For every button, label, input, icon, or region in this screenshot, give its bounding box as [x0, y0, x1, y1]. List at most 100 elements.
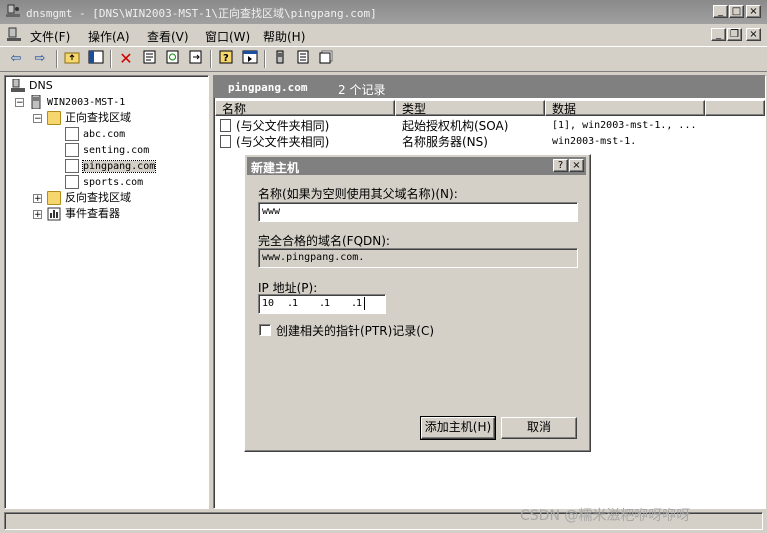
tree-label-server: WIN2003-MST-1: [47, 97, 126, 108]
tree-node-dns[interactable]: DNS: [11, 78, 53, 94]
record-name: (与父文件夹相同): [236, 135, 330, 149]
menu-window[interactable]: 窗口(W): [205, 28, 250, 45]
expand-icon[interactable]: +: [33, 194, 42, 204]
tree-label-zone: pingpang.com: [81, 160, 157, 173]
delete-icon[interactable]: ✕: [116, 50, 136, 68]
new-record-icon[interactable]: [316, 50, 336, 68]
tree-node-zone[interactable]: abc.com: [65, 126, 125, 142]
forward-icon[interactable]: ⇨: [30, 50, 50, 68]
cancel-button[interactable]: 取消: [501, 417, 577, 439]
dialog-title-bar: 新建主机 ? ×: [247, 157, 586, 175]
zone-icon: [65, 143, 79, 157]
record-name: (与父文件夹相同): [236, 119, 330, 133]
ip-octet-2[interactable]: 1: [292, 295, 298, 312]
console-tree: DNS − WIN2003-MST-1 − 正向查找区域 abc.com sen…: [4, 75, 209, 509]
toolbar-separator: [264, 50, 266, 68]
svg-text:?: ?: [223, 53, 229, 64]
mdi-close-button[interactable]: ×: [746, 28, 761, 41]
record-type: 起始授权机构(SOA): [402, 119, 509, 133]
tree-node-zone-selected[interactable]: pingpang.com: [65, 158, 157, 174]
folder-icon: [47, 191, 61, 205]
table-row[interactable]: (与父文件夹相同) 起始授权机构(SOA) [1], win2003-mst-1…: [218, 118, 758, 134]
tree-label-forward-zones: 正向查找区域: [65, 111, 131, 124]
ip-octet-4[interactable]: 1: [356, 295, 362, 312]
dialog-title: 新建主机: [251, 161, 300, 175]
ptr-checkbox-label[interactable]: 创建相关的指针(PTR)记录(C): [276, 322, 434, 339]
tree-node-zone[interactable]: sports.com: [65, 174, 143, 190]
maximize-button[interactable]: □: [729, 5, 744, 18]
show-hide-tree-icon[interactable]: [86, 50, 106, 68]
record-type: 名称服务器(NS): [402, 135, 488, 149]
refresh-icon[interactable]: [163, 50, 183, 68]
up-folder-icon[interactable]: [62, 50, 82, 68]
console-icon[interactable]: [240, 50, 260, 68]
fqdn-label: 完全合格的域名(FQDN):: [258, 234, 390, 248]
tree-label-dns: DNS: [29, 79, 53, 92]
record-count: 2 个记录: [338, 83, 386, 97]
table-row[interactable]: (与父文件夹相同) 名称服务器(NS) win2003-mst-1.: [218, 134, 758, 150]
dialog-help-button[interactable]: ?: [553, 159, 568, 172]
tree-node-reverse-zones[interactable]: 反向查找区域: [47, 190, 131, 206]
ip-address-field[interactable]: 10 . 1 . 1 . 1: [258, 294, 386, 314]
tree-label-zone: sports.com: [83, 177, 144, 188]
properties-icon[interactable]: [140, 50, 160, 68]
tree-node-event-viewer[interactable]: 事件查看器: [47, 206, 120, 222]
tree-node-zone[interactable]: senting.com: [65, 142, 149, 158]
toolbar-separator: [210, 50, 212, 68]
tree-label-reverse-zones: 反向查找区域: [65, 191, 131, 204]
column-header-type[interactable]: 类型: [395, 100, 545, 116]
tree-node-server[interactable]: WIN2003-MST-1: [29, 94, 125, 110]
column-header-name[interactable]: 名称: [215, 100, 395, 116]
close-button[interactable]: ×: [746, 5, 761, 18]
fqdn-field: www.pingpang.com.: [258, 248, 578, 268]
record-data: win2003-mst-1.: [552, 136, 637, 147]
help-icon[interactable]: ?: [216, 50, 236, 68]
mdi-restore-button[interactable]: ❐: [727, 28, 742, 41]
dialog-close-button[interactable]: ×: [569, 159, 584, 172]
window-title: dnsmgmt - [DNS\WIN2003-MST-1\正向查找区域\ping…: [26, 7, 377, 20]
record-icon: [220, 135, 231, 148]
name-field[interactable]: www: [258, 202, 578, 222]
menu-help[interactable]: 帮助(H): [263, 28, 305, 45]
toolbar-separator: [110, 50, 112, 68]
column-header-filler: [705, 100, 765, 116]
record-icon[interactable]: [293, 50, 313, 68]
menu-view[interactable]: 查看(V): [147, 28, 189, 45]
minimize-button[interactable]: _: [713, 5, 728, 18]
ptr-checkbox[interactable]: [259, 324, 271, 336]
text-cursor: [364, 297, 365, 310]
collapse-icon[interactable]: −: [33, 114, 42, 124]
watermark: CSDN @糯米滋粑咿呀咿呀: [520, 508, 691, 524]
toolbar-separator: [56, 50, 58, 68]
tree-label-zone: senting.com: [83, 145, 150, 156]
add-host-button[interactable]: 添加主机(H): [420, 416, 496, 440]
ip-octet-1[interactable]: 10: [262, 295, 274, 312]
column-header-data[interactable]: 数据: [545, 100, 705, 116]
mdi-minimize-button[interactable]: _: [711, 28, 726, 41]
dns-icon: [11, 79, 25, 92]
folder-icon: [47, 111, 61, 125]
dns-app-icon: [6, 4, 20, 17]
menu-action[interactable]: 操作(A): [88, 28, 130, 45]
title-bar: dnsmgmt - [DNS\WIN2003-MST-1\正向查找区域\ping…: [0, 0, 767, 24]
tree-node-forward-zones[interactable]: 正向查找区域: [47, 110, 131, 126]
ip-octet-3[interactable]: 1: [324, 295, 330, 312]
name-label: 名称(如果为空则使用其父域名称)(N):: [258, 187, 458, 201]
results-zone-name: pingpang.com: [228, 81, 308, 94]
host-icon[interactable]: [270, 50, 290, 68]
server-icon: [31, 95, 41, 109]
toolbar: ⇦ ⇨ ✕ ?: [0, 46, 767, 72]
event-viewer-icon: [47, 207, 61, 221]
tree-label-zone: abc.com: [83, 129, 126, 140]
zone-icon: [65, 159, 79, 173]
expand-icon[interactable]: +: [33, 210, 42, 220]
menu-bar: 文件(F) 操作(A) 查看(V) 窗口(W) 帮助(H) _ ❐ ×: [0, 24, 767, 46]
tree-label-event-viewer: 事件查看器: [65, 207, 120, 220]
record-icon: [220, 119, 231, 132]
export-icon[interactable]: [186, 50, 206, 68]
menu-file[interactable]: 文件(F): [30, 28, 70, 45]
collapse-icon[interactable]: −: [15, 98, 24, 108]
zone-icon: [65, 175, 79, 189]
console-menu-icon[interactable]: [6, 27, 22, 43]
back-icon[interactable]: ⇦: [6, 50, 26, 68]
